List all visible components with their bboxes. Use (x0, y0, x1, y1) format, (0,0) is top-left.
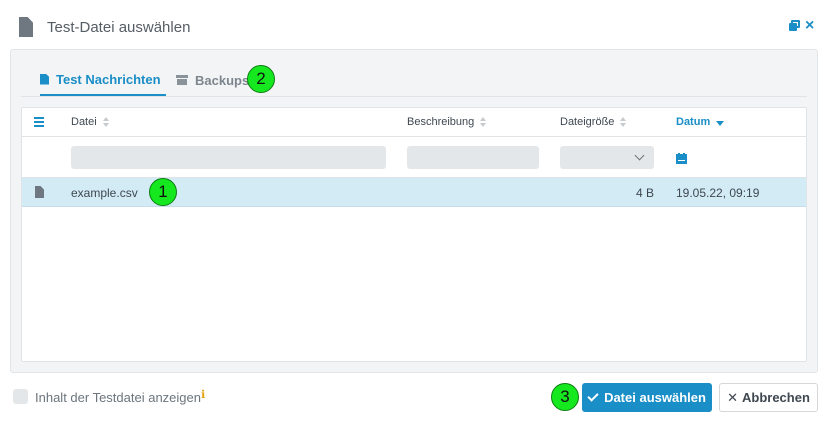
close-icon[interactable]: × (805, 18, 817, 34)
marker-2: 2 (247, 65, 275, 93)
show-content-label[interactable]: Inhalt der Testdatei anzeigen (35, 390, 201, 405)
filter-beschreibung-input[interactable] (407, 146, 539, 169)
marker-3: 3 (551, 383, 579, 411)
filter-row (22, 138, 806, 178)
show-content-checkbox[interactable] (13, 389, 28, 404)
file-icon (40, 73, 49, 85)
dialog-header: Test-Datei auswählen × (0, 0, 827, 50)
column-label: Beschreibung (407, 116, 475, 128)
tab-test-nachrichten[interactable]: Test Nachrichten (40, 64, 166, 96)
close-icon: ✕ (727, 389, 738, 405)
tab-label: Test Nachrichten (56, 71, 161, 87)
button-label: Datei auswählen (604, 390, 706, 405)
column-header-datei[interactable]: Datei (71, 116, 109, 128)
file-icon (19, 17, 33, 37)
filter-dateigroesse-select[interactable] (560, 146, 654, 169)
column-menu-icon[interactable] (34, 117, 44, 127)
tab-backups[interactable]: Backups (176, 64, 249, 96)
archive-icon (176, 75, 188, 85)
file-table: Datei Beschreibung Dateigröße Datum exam… (21, 107, 807, 362)
button-label: Abbrechen (742, 390, 810, 405)
cell-size: 4 B (636, 186, 655, 200)
file-icon (35, 186, 44, 198)
cell-date: 19.05.22, 09:19 (676, 186, 760, 200)
dialog-title: Test-Datei auswählen (47, 19, 191, 36)
marker-1: 1 (149, 178, 177, 206)
sort-desc-icon (716, 121, 725, 126)
sort-icon (620, 117, 627, 127)
info-icon: ℹ (201, 389, 206, 401)
cell-filename: example.csv (71, 186, 138, 200)
column-label: Datei (71, 116, 97, 128)
sort-icon (102, 117, 109, 127)
column-header-datum[interactable]: Datum (676, 116, 725, 128)
cancel-button[interactable]: ✕ Abbrechen (719, 383, 818, 412)
column-label: Datum (676, 116, 711, 128)
sort-icon (480, 117, 487, 127)
tab-bar: Test Nachrichten Backups (21, 64, 807, 97)
column-header-dateigroesse[interactable]: Dateigröße (560, 116, 627, 128)
column-label: Dateigröße (560, 116, 615, 128)
table-header: Datei Beschreibung Dateigröße Datum (22, 108, 806, 137)
calendar-icon[interactable] (676, 153, 687, 164)
chevron-down-icon (634, 150, 645, 161)
check-icon (587, 390, 599, 402)
restore-icon[interactable] (789, 20, 800, 31)
tab-label: Backups (195, 72, 250, 88)
select-file-button[interactable]: Datei auswählen (582, 383, 712, 412)
table-row[interactable]: example.csv 4 B 19.05.22, 09:19 (22, 178, 806, 207)
filter-datei-input[interactable] (71, 146, 386, 169)
column-header-beschreibung[interactable]: Beschreibung (407, 116, 487, 128)
